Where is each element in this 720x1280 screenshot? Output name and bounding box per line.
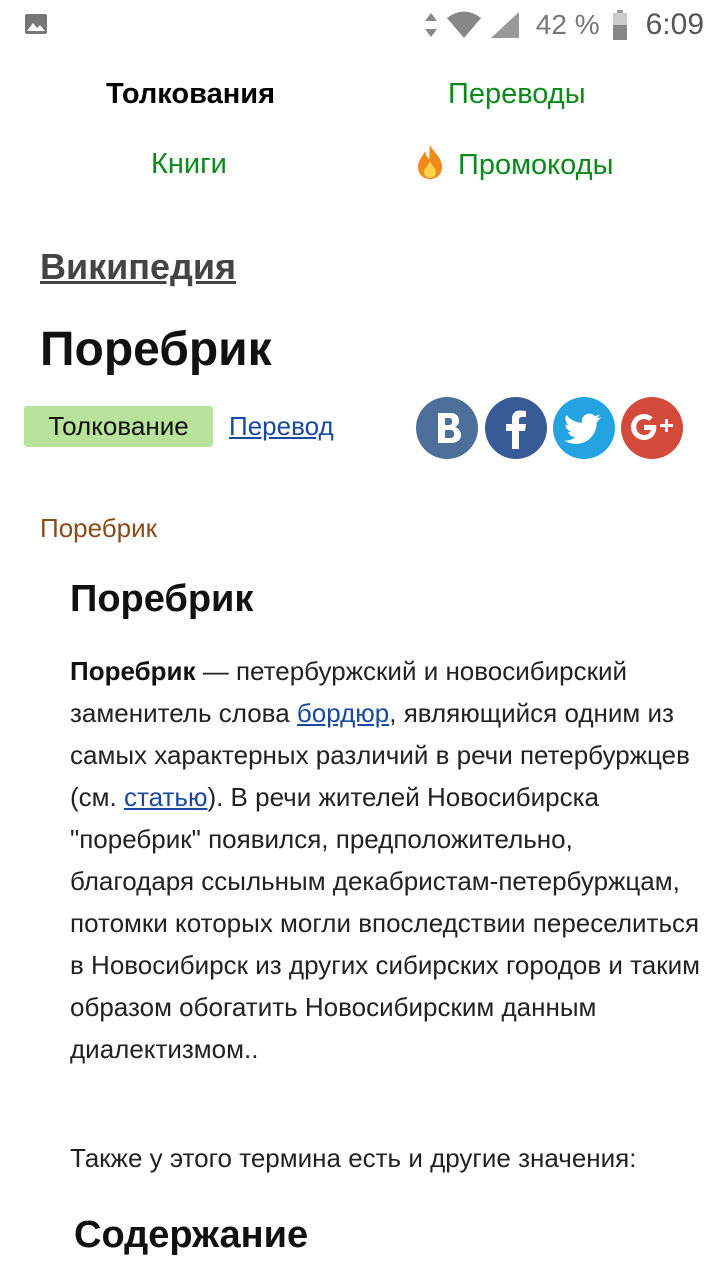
- section-label: Поребрик: [40, 513, 158, 543]
- share-twitter-button[interactable]: [553, 397, 615, 459]
- nav-books[interactable]: Книги: [151, 148, 227, 181]
- tab-interpretation[interactable]: Толкование: [24, 406, 213, 447]
- page-title: Поребрик: [40, 323, 272, 376]
- nav-interpretations[interactable]: Толкования: [106, 78, 275, 111]
- clock: 6:09: [645, 8, 704, 41]
- battery-percentage: 42 %: [535, 9, 600, 40]
- share-vk-button[interactable]: [416, 397, 478, 459]
- source-link-wikipedia[interactable]: Википедия: [40, 246, 236, 288]
- nav-promocodes-label: Промокоды: [458, 149, 614, 181]
- google-plus-icon: [631, 414, 673, 440]
- wifi-icon: [446, 11, 481, 38]
- fire-icon: [418, 145, 442, 179]
- vk-icon: [438, 413, 461, 443]
- link-statyu[interactable]: статью: [124, 782, 207, 812]
- other-meanings-text: Также у этого термина есть и другие знач…: [70, 1143, 637, 1173]
- data-arrows-icon: [424, 13, 437, 37]
- status-bar: 42 % 6:09: [0, 0, 720, 50]
- tab-translation[interactable]: Перевод: [229, 411, 334, 442]
- battery-icon: [612, 10, 627, 40]
- article-paragraph: Поребрик — петербуржский и новосибирский…: [70, 650, 700, 1070]
- facebook-icon: [506, 410, 526, 449]
- article-text-3: ). В речи жителей Новосибирска "поребрик…: [70, 782, 700, 1064]
- twitter-icon: [564, 413, 601, 444]
- status-icons: 42 % 6:09: [424, 6, 704, 44]
- nav-translations[interactable]: Переводы: [448, 78, 586, 111]
- link-bordyur[interactable]: бордюр: [297, 698, 389, 728]
- share-facebook-button[interactable]: [485, 397, 547, 459]
- contents-heading: Содержание: [74, 1214, 309, 1256]
- share-google-plus-button[interactable]: [621, 397, 683, 459]
- article-term: Поребрик: [70, 656, 196, 686]
- cell-signal-icon: [490, 12, 519, 38]
- article-title: Поребрик: [70, 578, 254, 620]
- image-notification-icon: [25, 14, 47, 34]
- nav-promocodes[interactable]: Промокоды: [416, 144, 613, 182]
